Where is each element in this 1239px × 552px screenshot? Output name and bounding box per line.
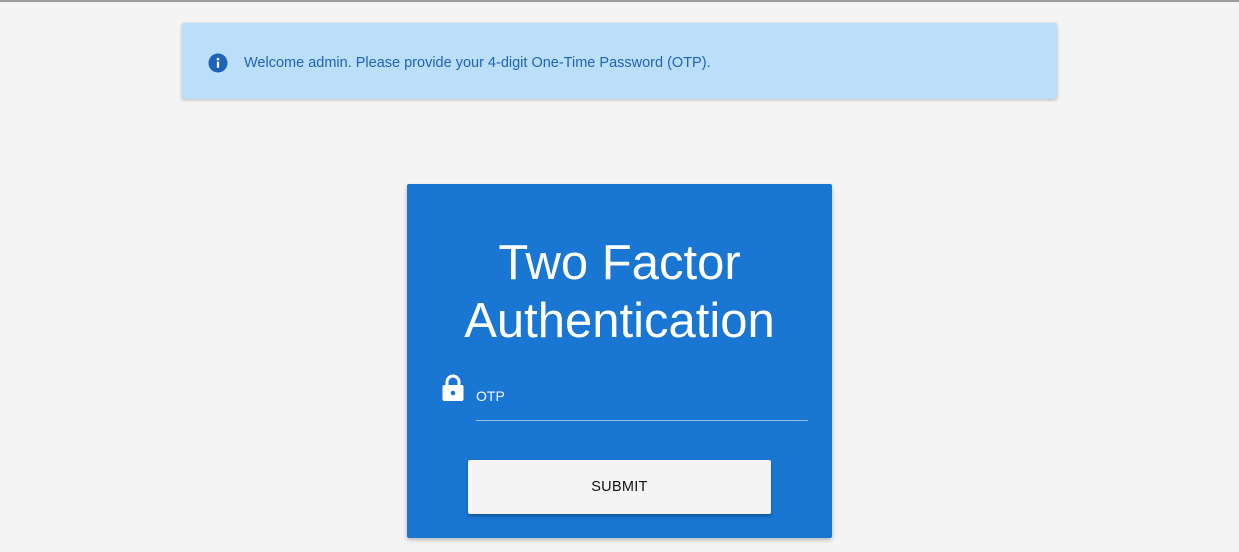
submit-button[interactable]: SUBMIT — [468, 460, 771, 514]
info-icon — [208, 53, 228, 73]
otp-input[interactable]: OTP — [476, 384, 808, 421]
alert-message: Welcome admin. Please provide your 4-dig… — [244, 55, 711, 71]
otp-label: OTP — [476, 388, 505, 404]
info-alert: Welcome admin. Please provide your 4-dig… — [182, 23, 1057, 99]
page-title: Two Factor Authentication — [464, 236, 775, 348]
top-border — [0, 0, 1239, 2]
lock-icon — [442, 374, 464, 402]
two-factor-card: Two Factor Authentication OTP SUBMIT — [407, 184, 832, 538]
